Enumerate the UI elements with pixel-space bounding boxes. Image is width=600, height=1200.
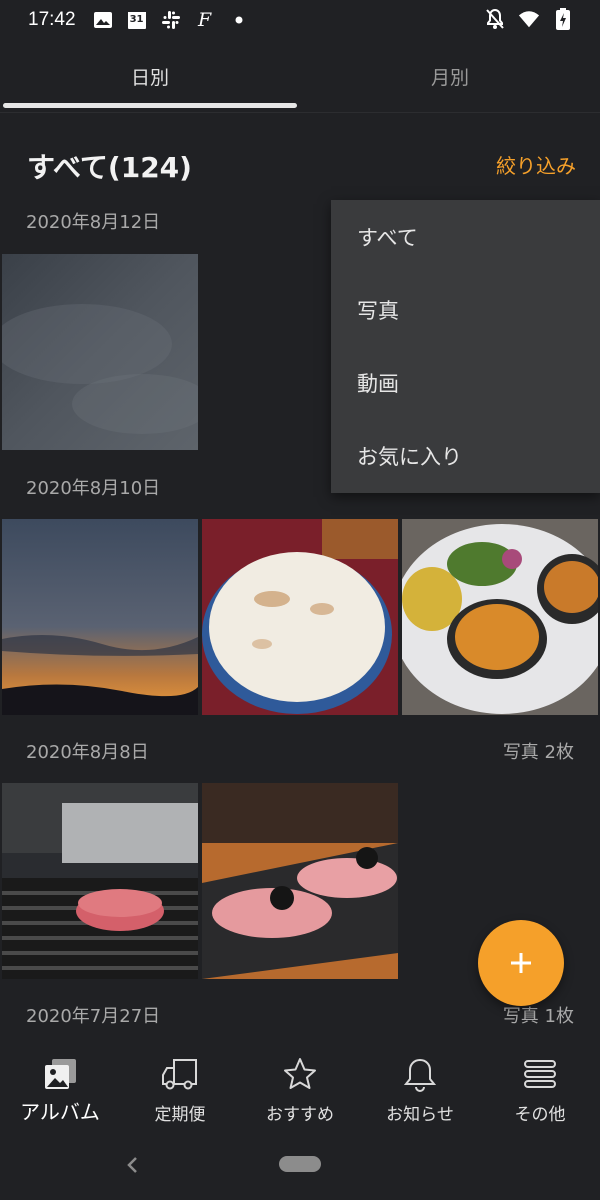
tabs-divider [0,112,600,113]
status-time: 17:42 [28,9,76,30]
wifi-icon [518,8,540,30]
filter-button[interactable]: 絞り込み [496,150,576,179]
tab-indicator [3,103,297,108]
tab-daily[interactable]: 日別 [0,40,300,112]
nav-more[interactable]: その他 [480,1040,600,1138]
photo-sunset[interactable] [2,519,198,715]
tab-monthly-label: 月別 [430,66,469,89]
nav-notifications[interactable]: お知らせ [360,1040,480,1138]
filter-menu: すべて 写真 動画 お気に入り [331,200,600,493]
bell-icon [400,1054,440,1094]
date-label-2: 2020年8月10日 [26,478,161,499]
filter-option-all[interactable]: すべて [331,200,600,273]
view-tabs: 日別 月別 [0,40,600,112]
album-icon [40,1054,80,1094]
photo-naan[interactable] [202,519,398,715]
notifications-off-icon [484,8,506,30]
date-label-3: 2020年8月8日 [26,742,149,763]
nav-album-label: アルバム [20,1100,100,1124]
tab-monthly[interactable]: 月別 [300,40,600,112]
plus-icon [511,953,531,973]
calendar-day: 31 [129,14,144,25]
photo-sushi[interactable] [202,783,398,979]
truck-icon [160,1054,200,1094]
bottom-nav: アルバム 定期便 おすすめ お知らせ その他 [0,1040,600,1138]
menu-icon [520,1054,560,1094]
battery-charging-icon [552,8,574,30]
home-pill[interactable] [279,1156,321,1172]
calendar-icon: 31 [126,9,148,31]
page-title: すべて(124) [27,151,192,184]
dot-icon [228,9,250,31]
date-label-4: 2020年7月27日 [26,1006,161,1027]
system-nav-bar [0,1138,600,1200]
nav-recommended-label: おすすめ [266,1105,334,1125]
f-app-letter: F [197,9,212,31]
filter-option-favorites[interactable]: お気に入り [331,419,600,492]
slack-icon [160,9,182,31]
photo-night-sky[interactable] [2,254,198,450]
photo-grilled-meat[interactable] [2,783,198,979]
add-button[interactable] [478,920,564,1006]
nav-subscription[interactable]: 定期便 [120,1040,240,1138]
star-icon [280,1054,320,1094]
f-app-icon: F [194,9,216,31]
filter-option-photos[interactable]: 写真 [331,273,600,346]
filter-option-videos[interactable]: 動画 [331,346,600,419]
image-icon [92,9,114,31]
nav-subscription-label: 定期便 [154,1105,206,1125]
nav-album[interactable]: アルバム [0,1040,120,1138]
back-icon[interactable] [124,1154,142,1180]
date-label-1: 2020年8月12日 [26,212,161,233]
photo-curry-plate[interactable] [402,519,598,715]
nav-recommended[interactable]: おすすめ [240,1040,360,1138]
status-bar: 17:42 31 F [0,0,600,40]
photo-count-4: 写真 1枚 [502,1006,574,1027]
photo-count-3: 写真 2枚 [502,742,574,763]
tab-daily-label: 日別 [130,66,169,89]
nav-notifications-label: お知らせ [386,1105,454,1125]
nav-more-label: その他 [514,1105,566,1125]
